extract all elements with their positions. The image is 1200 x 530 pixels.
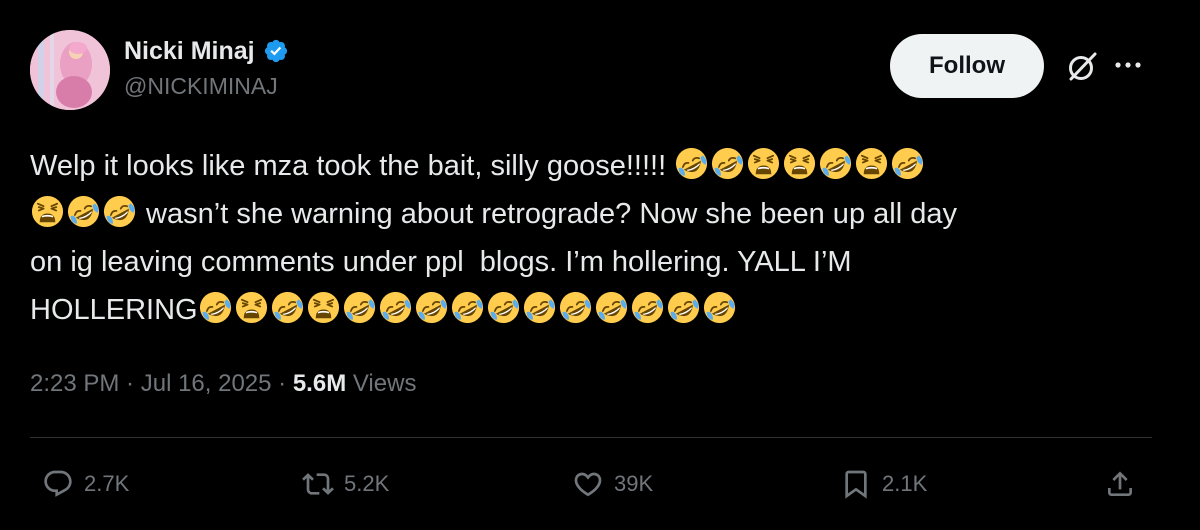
rolling-on-floor-laughing-emoji [414,290,449,325]
tweet-text-line: on ig leaving comments under ppl blogs. … [30,238,1160,286]
rolling-on-floor-laughing-emoji [674,146,709,181]
rolling-on-floor-laughing-emoji [378,290,413,325]
weary-face-emoji [782,146,817,181]
rolling-on-floor-laughing-emoji [630,290,665,325]
tweet-text-line: Welp it looks like mza took the bait, si… [30,142,1160,190]
weary-face-emoji [746,146,781,181]
reply-count: 2.7K [84,471,130,496]
verified-badge-icon[interactable] [263,38,289,64]
rolling-on-floor-laughing-emoji [198,290,233,325]
name-row: Nicki Minaj [124,36,289,66]
tweet-text-segment: Welp it looks like mza took the bait, si… [30,150,675,182]
bookmark-count: 2.1K [882,471,928,496]
tweet-text: Welp it looks like mza took the bait, si… [30,142,1160,334]
tweet-text-line: HOLLERING [30,286,1160,334]
rolling-on-floor-laughing-emoji [594,290,629,325]
meta-separator: · [119,370,141,397]
follow-button[interactable]: Follow [890,34,1044,98]
handle[interactable]: @NICKIMINAJ [124,72,289,100]
tweet-text-segment: wasn’t she warning about retrograde? Now… [138,198,957,230]
weary-face-emoji [30,194,65,229]
rolling-on-floor-laughing-emoji [702,290,737,325]
tweet-date[interactable]: Jul 16, 2025 [141,370,272,397]
display-name[interactable]: Nicki Minaj [124,36,255,66]
bookmark-icon [840,468,872,500]
weary-face-emoji [306,290,341,325]
rolling-on-floor-laughing-emoji [486,290,521,325]
views-label: Views [346,370,417,397]
meta-separator: · [271,370,293,397]
heart-icon [572,468,604,500]
weary-face-emoji [234,290,269,325]
rolling-on-floor-laughing-emoji [558,290,593,325]
share-button[interactable] [1104,468,1136,500]
tweet-text-segment: on ig leaving comments under ppl blogs. … [30,246,852,278]
rolling-on-floor-laughing-emoji [710,146,745,181]
repost-icon [302,468,334,500]
views-count: 5.6M [292,370,347,397]
tweet-meta: 2:23 PM · Jul 16, 2025 · 5.6M Views [30,368,416,400]
rolling-on-floor-laughing-emoji [270,290,305,325]
weary-face-emoji [854,146,889,181]
repost-button[interactable]: 5.2K [302,468,389,500]
share-icon [1104,468,1136,500]
reply-icon [42,468,74,500]
grok-icon[interactable] [1064,49,1100,85]
like-button[interactable]: 39K [572,468,653,500]
repost-count: 5.2K [344,471,390,496]
tweet-text-segment: HOLLERING [30,294,198,326]
rolling-on-floor-laughing-emoji [66,194,101,229]
divider [30,437,1152,438]
rolling-on-floor-laughing-emoji [890,146,925,181]
tweet-card: Nicki Minaj @NICKIMINAJ Follow Welp it l… [0,0,1200,530]
avatar[interactable] [30,30,110,110]
rolling-on-floor-laughing-emoji [102,194,137,229]
reply-button[interactable]: 2.7K [42,468,129,500]
rolling-on-floor-laughing-emoji [450,290,485,325]
bookmark-button[interactable]: 2.1K [840,468,927,500]
like-count: 39K [614,471,654,496]
more-icon[interactable] [1114,56,1142,74]
rolling-on-floor-laughing-emoji [522,290,557,325]
author-block: Nicki Minaj @NICKIMINAJ [124,36,289,100]
rolling-on-floor-laughing-emoji [666,290,701,325]
tweet-text-line: wasn’t she warning about retrograde? Now… [30,190,1160,238]
rolling-on-floor-laughing-emoji [342,290,377,325]
tweet-time[interactable]: 2:23 PM [30,370,119,397]
rolling-on-floor-laughing-emoji [818,146,853,181]
